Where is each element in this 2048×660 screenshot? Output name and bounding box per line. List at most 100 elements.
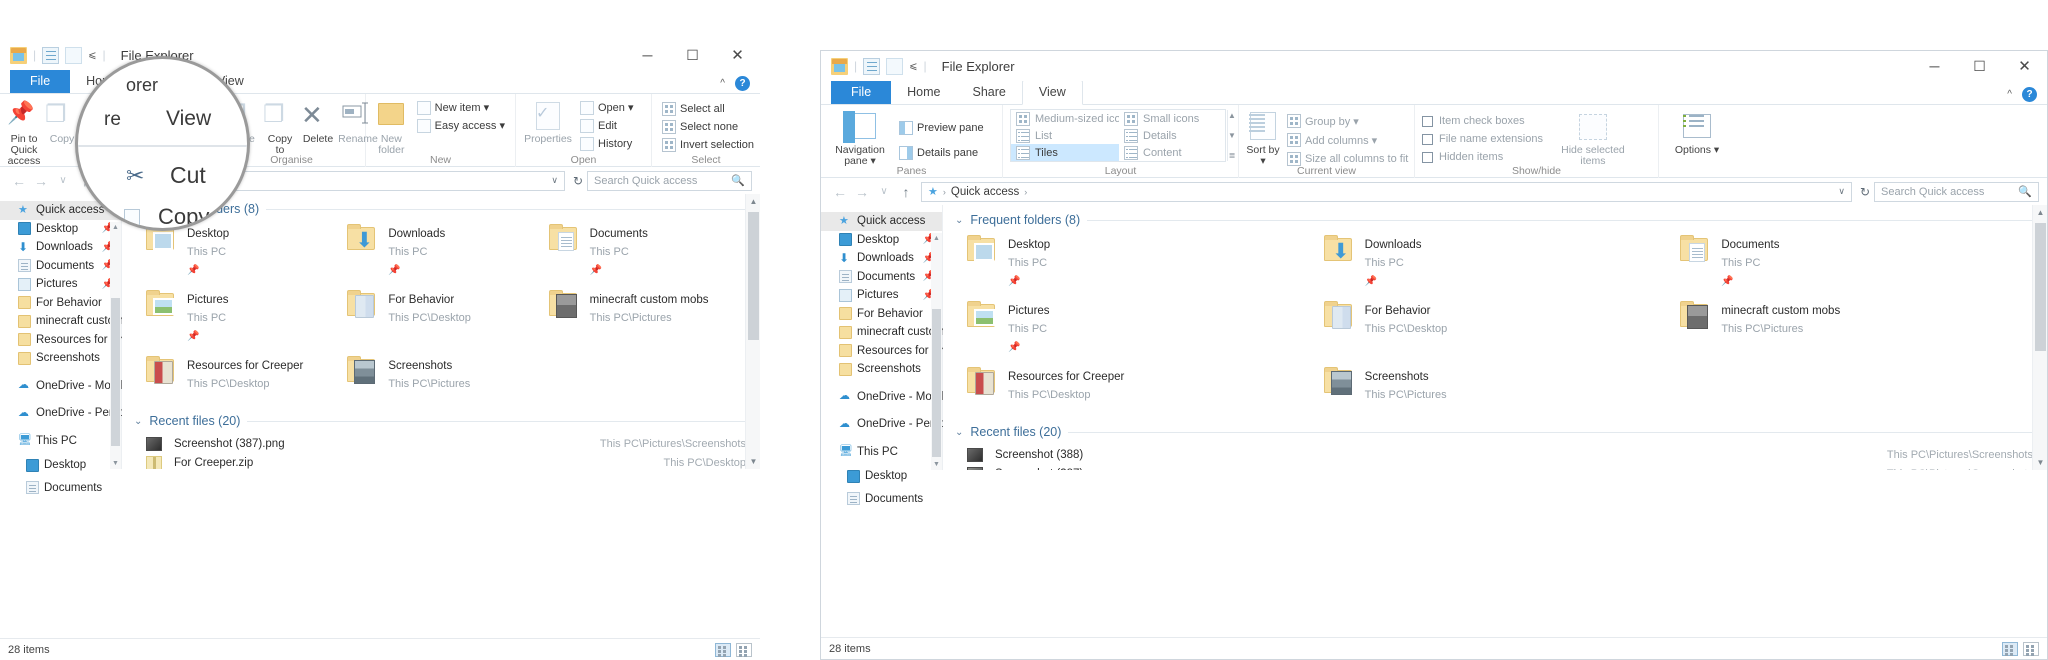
- content-scrollbar-left[interactable]: ▲ ▼: [745, 194, 760, 469]
- folder-card[interactable]: Desktop This PC 📌: [967, 235, 1324, 289]
- nav-item-screenshots[interactable]: Screenshots: [821, 360, 942, 379]
- recent-files-header[interactable]: ⌄ Recent files (20): [943, 403, 2047, 443]
- folder-card[interactable]: For Behavior This PC\Desktop: [1323, 301, 1681, 355]
- folder-card[interactable]: Desktop This PC 📌: [146, 224, 347, 278]
- large-icons-view-icon[interactable]: [2023, 641, 2039, 656]
- tab-file[interactable]: File: [831, 80, 892, 104]
- forward-button[interactable]: →: [30, 173, 52, 189]
- nav-item-screenshots[interactable]: Screenshots: [0, 349, 121, 368]
- search-input[interactable]: Search Quick access 🔍: [1874, 181, 2039, 202]
- copy-to-button[interactable]: ❐ Copy to: [263, 97, 297, 156]
- scroll-thumb[interactable]: [111, 298, 120, 446]
- new-folder-button[interactable]: New folder: [373, 97, 410, 156]
- hide-selected-items-button[interactable]: Hide selected items: [1557, 108, 1629, 167]
- options-button[interactable]: Options ▾: [1666, 108, 1728, 156]
- preview-pane-button[interactable]: Preview pane: [896, 116, 987, 140]
- collapse-ribbon-icon[interactable]: ^: [720, 78, 725, 89]
- minimize-button[interactable]: ─: [625, 40, 670, 70]
- home-icon[interactable]: [10, 46, 27, 64]
- scroll-up-icon[interactable]: ▲: [931, 235, 942, 242]
- layout-option-tiles[interactable]: Tiles: [1011, 144, 1119, 161]
- scroll-thumb[interactable]: [2035, 223, 2046, 351]
- refresh-icon[interactable]: ↻: [569, 174, 587, 188]
- item-check-boxes-option[interactable]: Item check boxes: [1422, 112, 1543, 130]
- large-icons-view-icon[interactable]: [736, 642, 752, 657]
- close-button[interactable]: ✕: [715, 40, 760, 70]
- nav-item-desktop[interactable]: Desktop 📌: [821, 231, 942, 250]
- back-button[interactable]: ←: [8, 173, 30, 189]
- nav-item-resources-for-creeper[interactable]: Resources for Cr: [0, 331, 123, 350]
- properties-icon[interactable]: [863, 57, 881, 75]
- details-pane-button[interactable]: Details pane: [896, 141, 987, 165]
- nav-item-this-pc-desktop[interactable]: Desktop: [0, 456, 121, 475]
- nav-item-this-pc[interactable]: 🖥 This PC: [821, 443, 942, 462]
- folder-card[interactable]: For Behavior This PC\Desktop: [347, 290, 548, 344]
- breadcrumb[interactable]: ★ › Quick access › ∨: [921, 181, 1852, 202]
- scroll-down-icon[interactable]: ▼: [746, 457, 760, 466]
- maximize-button[interactable]: ☐: [1957, 51, 2002, 81]
- scroll-thumb[interactable]: [748, 212, 759, 340]
- scroll-down-icon[interactable]: ▼: [2033, 458, 2047, 467]
- breadcrumb-dropdown-icon[interactable]: ∨: [551, 175, 558, 186]
- folder-card[interactable]: ⬇ Downloads This PC 📌: [1323, 235, 1681, 289]
- forward-button[interactable]: →: [851, 184, 873, 200]
- add-columns-button[interactable]: Add columns ▾: [1284, 131, 1411, 149]
- nav-item-pictures[interactable]: Pictures 📌: [821, 286, 942, 305]
- folder-card[interactable]: Resources for Creeper This PC\Desktop: [967, 367, 1324, 403]
- nav-item-for-behavior[interactable]: For Behavior: [0, 294, 121, 313]
- chevron-down-icon[interactable]: ⩽: [909, 61, 917, 72]
- layout-option-details[interactable]: Details: [1119, 127, 1227, 144]
- layout-listbox[interactable]: Medium-sized icons Small icons: [1010, 109, 1236, 162]
- recent-files-header[interactable]: ⌄ Recent files (20): [122, 392, 760, 432]
- magnified-copy-path-label[interactable]: Copy path: [158, 204, 247, 228]
- nav-item-this-pc-documents[interactable]: Documents: [0, 479, 121, 498]
- layout-option-content[interactable]: Content: [1119, 144, 1227, 161]
- select-none-button[interactable]: Select none: [659, 118, 757, 135]
- folder-card[interactable]: Documents This PC 📌: [1680, 235, 2037, 289]
- open-button[interactable]: Open ▾: [577, 99, 637, 116]
- folder-card[interactable]: Documents This PC 📌: [548, 224, 750, 278]
- nav-item-downloads[interactable]: ⬇ Downloads 📌: [0, 238, 121, 257]
- file-name-extensions-option[interactable]: File name extensions: [1422, 130, 1543, 148]
- checkbox[interactable]: [1422, 133, 1433, 145]
- nav-pane-scrollbar-right[interactable]: ▲ ▼: [931, 233, 942, 470]
- window-controls-left[interactable]: ─ ☐ ✕: [625, 40, 760, 70]
- folder-card[interactable]: Screenshots This PC\Pictures: [347, 356, 548, 392]
- recent-locations-button[interactable]: ∨: [873, 186, 895, 197]
- properties-button[interactable]: Properties: [523, 97, 573, 145]
- minimize-button[interactable]: ─: [1912, 51, 1957, 81]
- nav-item-this-pc-desktop[interactable]: Desktop: [821, 467, 942, 486]
- chevron-down-icon[interactable]: ⌄: [955, 427, 963, 438]
- details-view-icon[interactable]: [715, 642, 731, 657]
- folder-card[interactable]: minecraft custom mobs This PC\Pictures: [1680, 301, 2037, 355]
- list-item[interactable]: Screenshot (387).png This PC\Pictures\Sc…: [146, 434, 760, 453]
- quick-access-toolbar-right[interactable]: | ⩽ | File Explorer: [821, 57, 1015, 75]
- scroll-up-icon[interactable]: ▲: [746, 197, 760, 206]
- tab-share[interactable]: Share: [957, 81, 1022, 104]
- scroll-down-icon[interactable]: ▼: [110, 460, 121, 467]
- folder-card[interactable]: Pictures This PC 📌: [146, 290, 347, 344]
- invert-selection-button[interactable]: Invert selection: [659, 136, 757, 153]
- easy-access-button[interactable]: Easy access ▾: [414, 117, 508, 134]
- scroll-up-icon[interactable]: ▲: [2033, 208, 2047, 217]
- search-input[interactable]: Search Quick access 🔍: [587, 170, 752, 191]
- nav-item-minecraft-custom[interactable]: minecraft custom: [0, 312, 124, 331]
- folder-card[interactable]: Resources for Creeper This PC\Desktop: [146, 356, 347, 392]
- folder-card[interactable]: Pictures This PC 📌: [967, 301, 1324, 355]
- breadcrumb-dropdown-icon[interactable]: ∨: [1838, 186, 1845, 197]
- hidden-items-option[interactable]: Hidden items: [1422, 148, 1543, 166]
- help-icon[interactable]: ?: [735, 76, 750, 91]
- select-all-button[interactable]: Select all: [659, 100, 757, 117]
- nav-item-onedrive-mobile[interactable]: ☁ OneDrive - Mobile: [821, 388, 950, 407]
- chevron-down-icon[interactable]: ⌄: [955, 215, 963, 226]
- layout-option-medium-icons[interactable]: Medium-sized icons: [1011, 110, 1119, 127]
- list-item[interactable]: For Creeper.zip This PC\Desktop: [146, 453, 760, 469]
- view-switch-left[interactable]: [715, 642, 752, 657]
- breadcrumb-quick-access[interactable]: Quick access: [951, 186, 1019, 198]
- list-item[interactable]: Screenshot (387) This PC\Pictures\Screen…: [967, 464, 2047, 470]
- ribbon-tabs-right[interactable]: File Home Share View ^ ?: [821, 80, 2047, 105]
- tab-view[interactable]: View: [1021, 80, 1083, 105]
- nav-item-onedrive-personal[interactable]: ☁ OneDrive - Person: [821, 415, 952, 434]
- nav-item-resources-for-creeper[interactable]: Resources for Cr: [821, 342, 944, 361]
- frequent-folders-header[interactable]: ⌄ Frequent folders (8): [943, 205, 2047, 231]
